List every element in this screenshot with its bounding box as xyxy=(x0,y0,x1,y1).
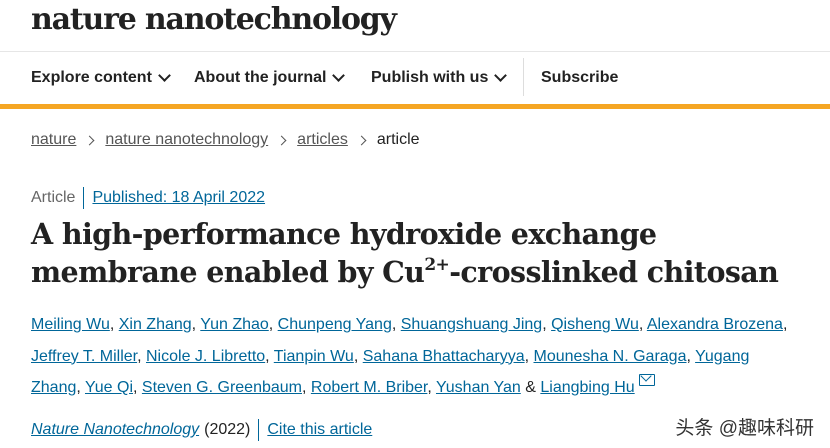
article-title-superscript: 2+ xyxy=(424,254,450,275)
author-separator: , xyxy=(638,316,647,333)
citation-line: Nature Nanotechnology (2022) Cite this a… xyxy=(31,419,372,441)
nav-publish-with-us[interactable]: Publish with us xyxy=(371,68,508,87)
publication-year: (2022) xyxy=(204,421,251,438)
author-link[interactable]: Yue Qi xyxy=(85,379,133,396)
author-link[interactable]: Xin Zhang xyxy=(119,316,192,333)
breadcrumb-articles[interactable]: articles xyxy=(297,131,348,149)
author-separator: , xyxy=(353,347,363,365)
breadcrumb: nature nature nanotechnology articles ar… xyxy=(31,131,420,149)
article-title-end: -crosslinked chitosan xyxy=(449,255,779,289)
author-separator: , xyxy=(302,379,311,396)
breadcrumb-nature-nanotechnology[interactable]: nature nanotechnology xyxy=(105,131,268,149)
author-separator: , xyxy=(76,379,85,396)
author-link[interactable]: Sahana Bhattacharyya xyxy=(363,348,525,365)
author-separator: , xyxy=(391,316,401,333)
journal-logo[interactable]: nature nanotechnology xyxy=(31,2,397,38)
chevron-right-icon xyxy=(84,135,95,145)
cite-this-article-link[interactable]: Cite this article xyxy=(267,421,372,439)
nav-explore-content-label: Explore content xyxy=(31,68,152,86)
author-separator: , xyxy=(268,316,278,333)
author-link[interactable]: Jeffrey T. Miller xyxy=(31,348,137,365)
nav-divider xyxy=(523,58,524,96)
author-separator: , xyxy=(133,379,142,396)
author-link[interactable]: Shuangshuang Jing xyxy=(401,316,542,333)
email-icon[interactable] xyxy=(638,374,655,386)
article-type: Article xyxy=(31,189,76,206)
author-separator: , xyxy=(427,379,436,396)
author-separator: , xyxy=(137,347,146,365)
nav-publish-with-us-label: Publish with us xyxy=(371,68,489,86)
nav-about-journal-label: About the journal xyxy=(194,68,327,86)
author-link[interactable]: Steven G. Greenbaum xyxy=(142,379,302,396)
author-list: Meiling Wu, Xin Zhang, Yun Zhao, Chunpen… xyxy=(31,309,801,404)
accent-bar xyxy=(0,104,830,109)
author-link[interactable]: Liangbing Hu xyxy=(540,379,634,396)
author-link[interactable]: Yushan Yan xyxy=(436,379,521,396)
article-meta: Article Published: 18 April 2022 xyxy=(31,187,265,209)
meta-divider xyxy=(83,187,85,209)
author-separator: , xyxy=(109,316,119,333)
breadcrumb-current: article xyxy=(376,131,420,148)
author-separator: , xyxy=(191,316,201,333)
subscribe-link[interactable]: Subscribe xyxy=(541,69,618,87)
author-link[interactable]: Chunpeng Yang xyxy=(278,316,392,333)
chevron-down-icon xyxy=(494,68,508,82)
author-link[interactable]: Tianpin Wu xyxy=(274,348,354,365)
citation-divider xyxy=(258,419,260,441)
author-separator: , xyxy=(686,347,696,365)
nav-about-journal[interactable]: About the journal xyxy=(194,68,346,87)
article-title: A high-performance hydroxide exchange me… xyxy=(31,215,811,291)
watermark: 头条 @趣味科研 xyxy=(669,411,820,442)
author-separator: , xyxy=(542,316,552,333)
breadcrumb-nature[interactable]: nature xyxy=(31,131,76,149)
published-date[interactable]: Published: 18 April 2022 xyxy=(92,189,265,207)
chevron-down-icon xyxy=(158,68,171,82)
author-separator: , xyxy=(265,347,274,365)
author-link[interactable]: Yun Zhao xyxy=(200,316,269,333)
main-nav: Explore content About the journal Publis… xyxy=(0,52,830,103)
journal-name-link[interactable]: Nature Nanotechnology xyxy=(31,421,199,439)
author-link[interactable]: Robert M. Briber xyxy=(311,379,427,396)
author-link[interactable]: Mounesha N. Garaga xyxy=(534,348,687,365)
author-separator: , xyxy=(524,347,534,365)
author-separator: , xyxy=(782,316,788,333)
author-link[interactable]: Meiling Wu xyxy=(31,316,110,333)
author-separator: & xyxy=(520,379,541,396)
chevron-right-icon xyxy=(356,135,367,145)
nav-explore-content[interactable]: Explore content xyxy=(31,68,171,87)
chevron-right-icon xyxy=(276,135,287,145)
author-link[interactable]: Nicole J. Libretto xyxy=(146,348,265,365)
author-link[interactable]: Qisheng Wu xyxy=(551,316,639,333)
author-link[interactable]: Alexandra Brozena xyxy=(647,316,783,333)
chevron-down-icon xyxy=(332,68,346,82)
